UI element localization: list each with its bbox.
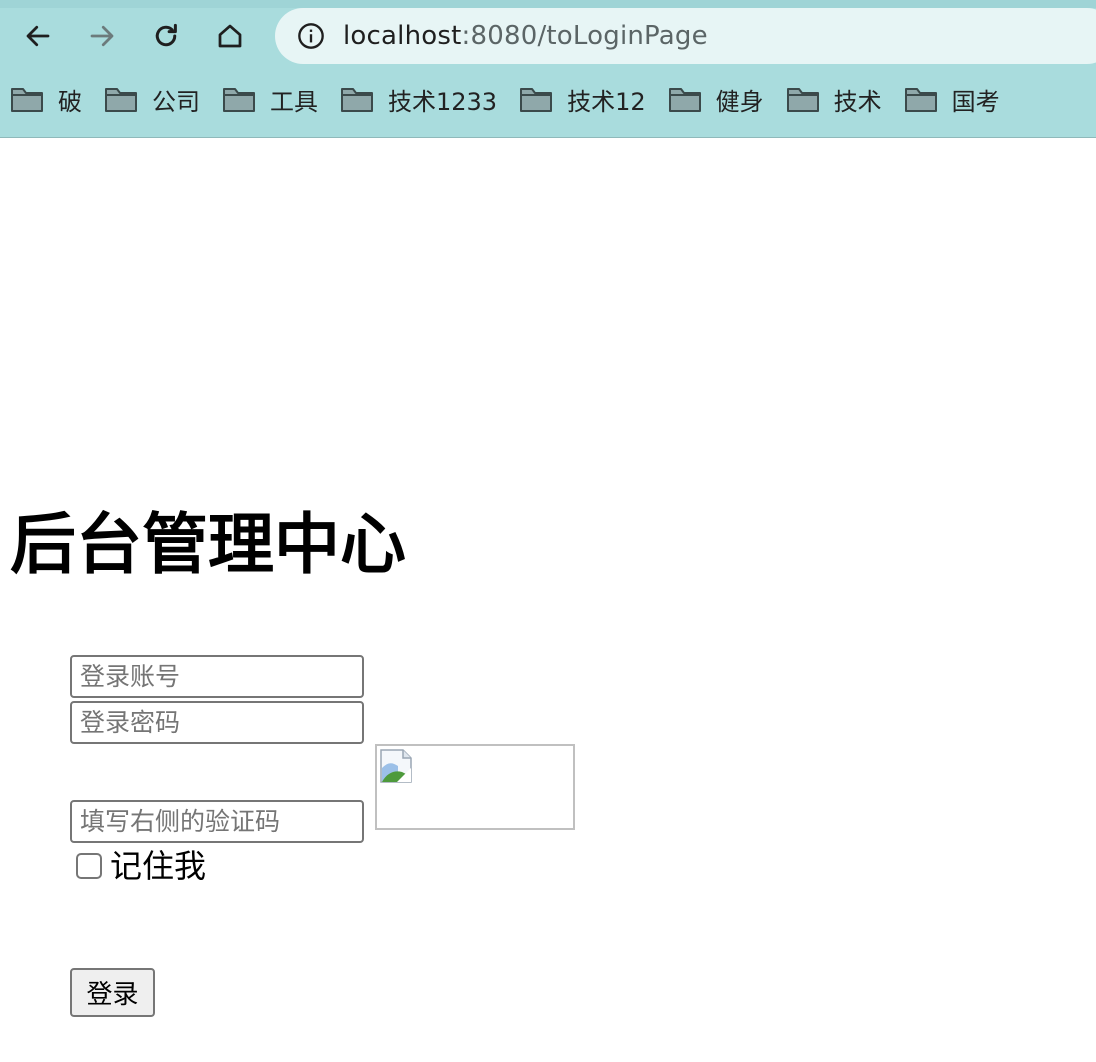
url-path: :8080/toLoginPage — [461, 21, 708, 51]
bookmark-folder[interactable]: 破 — [0, 74, 94, 124]
browser-chrome: localhost:8080/toLoginPage 破 公司 工具 技术123… — [0, 0, 1096, 138]
folder-icon — [786, 88, 819, 112]
reload-button[interactable] — [144, 14, 188, 58]
bookmark-folder[interactable]: 工具 — [212, 74, 330, 124]
forward-button[interactable] — [80, 14, 124, 58]
folder-icon — [223, 88, 255, 112]
bookmark-folder[interactable]: 技术1233 — [330, 74, 509, 124]
password-input[interactable] — [70, 701, 364, 744]
address-bar[interactable]: localhost:8080/toLoginPage — [275, 8, 1096, 64]
remember-checkbox[interactable] — [76, 853, 102, 879]
bookmark-label: 技术 — [833, 87, 882, 116]
folder-icon — [520, 88, 553, 112]
folder-icon — [11, 88, 43, 112]
forward-arrow-icon — [90, 25, 114, 47]
bookmark-label: 技术12 — [567, 87, 646, 116]
bookmark-folder[interactable]: 国考 — [894, 74, 1012, 124]
remember-label: 记住我 — [110, 847, 207, 885]
bookmark-folder[interactable]: 技术12 — [509, 74, 658, 124]
remember-me[interactable]: 记住我 — [76, 846, 206, 886]
bookmarks-bar: 破 公司 工具 技术1233 技术12 健身 技术 国考 — [0, 74, 1096, 124]
captcha-input[interactable] — [70, 800, 364, 843]
home-button[interactable] — [208, 14, 252, 58]
reload-icon — [155, 23, 177, 47]
folder-icon — [904, 88, 937, 112]
login-button[interactable]: 登录 — [70, 968, 155, 1017]
folder-icon — [668, 88, 701, 112]
bookmark-folder[interactable]: 健身 — [658, 74, 776, 124]
home-icon — [218, 24, 242, 48]
account-input[interactable] — [70, 655, 364, 698]
bookmark-label: 国考 — [951, 87, 1000, 116]
bookmark-label: 工具 — [270, 87, 318, 116]
captcha-image[interactable] — [375, 744, 575, 830]
broken-image-icon — [380, 749, 412, 783]
info-icon[interactable] — [297, 22, 325, 50]
bookmark-folder[interactable]: 技术 — [776, 74, 894, 124]
back-button[interactable] — [16, 14, 60, 58]
page-title: 后台管理中心 — [10, 506, 406, 583]
bookmark-label: 技术1233 — [388, 87, 498, 116]
url-host: localhost — [343, 21, 462, 51]
bookmark-label: 健身 — [715, 87, 764, 116]
bookmark-folder[interactable]: 公司 — [94, 74, 212, 124]
address-url[interactable]: localhost:8080/toLoginPage — [343, 21, 708, 51]
folder-icon — [105, 88, 137, 112]
folder-icon — [341, 88, 373, 112]
back-arrow-icon — [26, 25, 50, 47]
bookmark-label: 公司 — [152, 87, 200, 116]
bookmark-label: 破 — [58, 87, 82, 116]
